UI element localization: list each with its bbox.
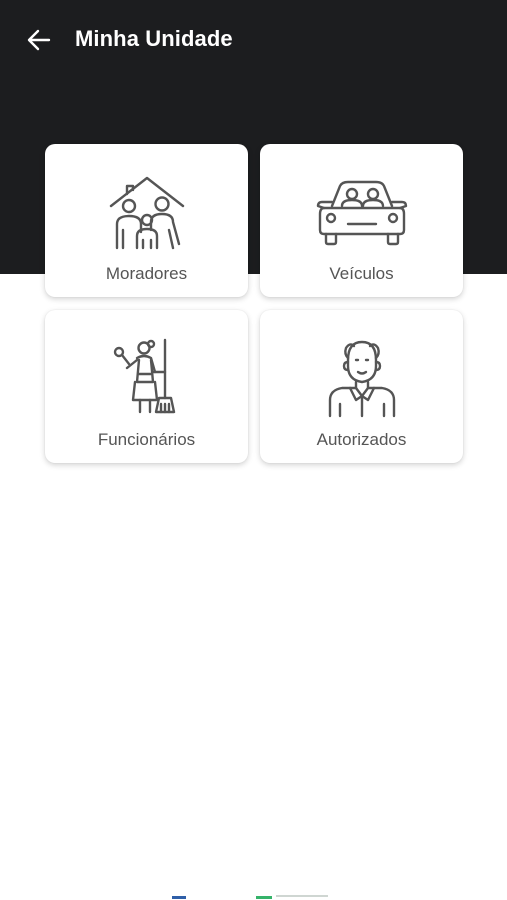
- moradores-label: Moradores: [105, 264, 188, 283]
- veiculos-label: Veículos: [329, 264, 394, 283]
- arrow-left-icon: [27, 29, 51, 51]
- bottom-artifact-blue: [172, 896, 186, 899]
- elderly-man-icon: [260, 338, 463, 418]
- housekeeper-icon: [45, 338, 248, 418]
- autorizados-label: Autorizados: [316, 430, 407, 449]
- top-app-bar: Minha Unidade: [0, 0, 507, 78]
- veiculos-card[interactable]: Veículos: [260, 144, 463, 297]
- bottom-artifact-gray: [276, 895, 328, 897]
- minha-unidade-screen: Minha Unidade Moradores Veículos Funcion…: [0, 0, 507, 900]
- funcionarios-card[interactable]: Funcionários: [45, 310, 248, 463]
- family-house-icon: [45, 172, 248, 252]
- bottom-artifact-green: [256, 896, 272, 899]
- back-button[interactable]: [22, 24, 56, 56]
- funcionarios-label: Funcionários: [97, 430, 196, 449]
- page-title: Minha Unidade: [75, 26, 233, 51]
- unit-menu-grid: Moradores Veículos Funcionários Autoriza…: [45, 144, 463, 463]
- moradores-card[interactable]: Moradores: [45, 144, 248, 297]
- autorizados-card[interactable]: Autorizados: [260, 310, 463, 463]
- car-passengers-icon: [260, 172, 463, 252]
- bottom-edge-artifacts: [0, 890, 507, 900]
